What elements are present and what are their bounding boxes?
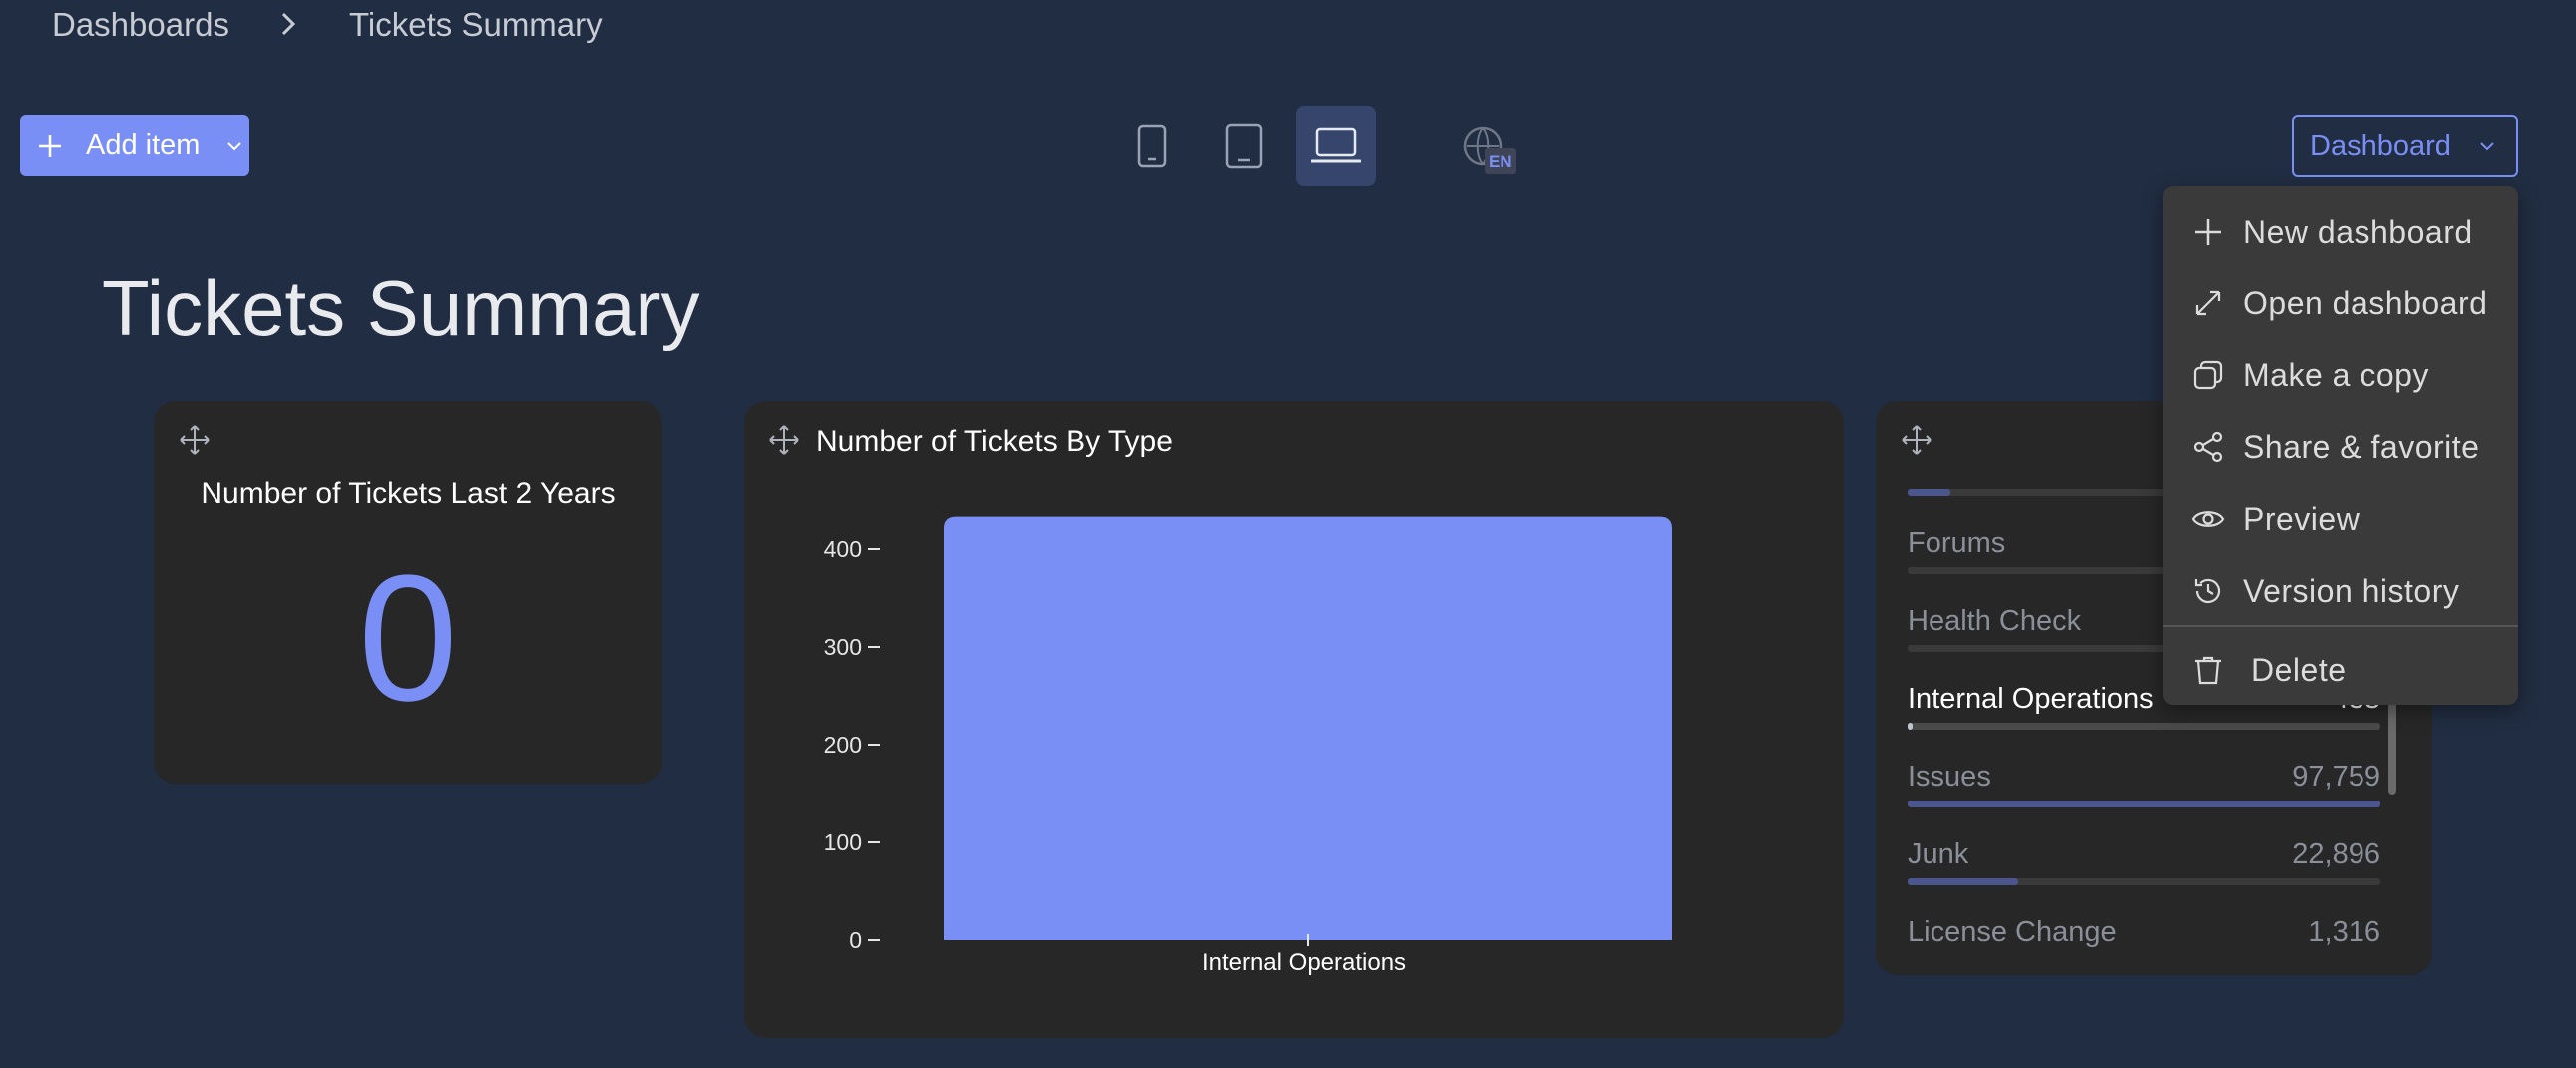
dashboard-menu-label: Dashboard [2310,129,2451,162]
list-item-bar [1908,723,2380,730]
move-icon[interactable] [178,423,212,457]
menu-item-new-dashboard[interactable]: New dashboard [2163,196,2518,267]
move-icon[interactable] [1900,423,1933,457]
trash-icon [2195,656,2221,685]
tablet-icon [1225,123,1263,169]
menu-item-version-history[interactable]: Version history [2163,555,2518,627]
y-tick-label: 200 [824,732,862,758]
list-item-value: 1,316 [2308,916,2380,948]
list-item-label: Forums [1908,527,2006,559]
kpi-value: 0 [357,538,459,739]
laptop-icon [1311,127,1361,163]
menu-item-label: New dashboard [2243,213,2473,250]
eye-icon [2191,511,2225,527]
list-item-bar [1908,801,2380,807]
chevron-down-icon [227,141,242,150]
menu-divider [2163,625,2518,627]
desktop-view-button[interactable] [1296,106,1376,186]
menu-item-open-dashboard[interactable]: Open dashboard [2163,267,2518,339]
expand-icon [2195,290,2221,316]
list-item-label: Junk [1908,838,1969,870]
bar-chart: 400 300 200 100 0 Internal Operations [824,516,1672,976]
menu-item-make-copy[interactable]: Make a copy [2163,339,2518,411]
menu-item-label: Open dashboard [2243,284,2488,321]
language-button[interactable]: EN [1463,124,1518,176]
share-icon [2193,431,2223,463]
bar[interactable] [944,516,1672,940]
add-item-label: Add item [86,129,201,161]
plus-icon [2195,219,2221,245]
plus-icon [39,134,61,157]
list-item-label: Issues [1908,761,1991,793]
tablet-view-button[interactable] [1204,106,1284,186]
chevron-down-icon [2480,142,2494,151]
phone-icon [1137,124,1167,168]
list-item-label: License Change [1908,916,2117,948]
menu-item-share-favorite[interactable]: Share & favorite [2163,411,2518,483]
y-tick-label: 300 [824,634,862,660]
menu-item-label: Make a copy [2243,356,2429,393]
copy-icon [2193,360,2223,390]
dashboard-dropdown-menu: New dashboard Open dashboard Make a copy… [2163,186,2518,705]
locale-badge: EN [1489,152,1512,171]
x-tick-label: Internal Operations [1202,949,1406,976]
menu-item-label: Preview [2243,500,2361,537]
page-title: Tickets Summary [102,265,700,352]
y-tick-label: 100 [824,829,862,855]
menu-item-label: Version history [2243,572,2460,609]
add-item-button[interactable]: Add item [20,115,249,176]
y-tick-label: 400 [824,536,862,562]
list-item-label: Health Check [1908,605,2082,637]
dashboard-menu-button[interactable]: Dashboard [2292,115,2518,177]
menu-item-preview[interactable]: Preview [2163,483,2518,555]
kpi-title: Number of Tickets Last 2 Years [201,477,616,510]
chevron-right-icon [281,12,296,36]
breadcrumb-current: Tickets Summary [349,6,603,43]
mobile-view-button[interactable] [1112,106,1192,186]
menu-item-label: Share & favorite [2243,428,2480,465]
breadcrumb-root[interactable]: Dashboards [52,6,229,44]
list-item-value: 22,896 [2292,838,2380,870]
menu-item-delete[interactable]: Delete [2163,634,2518,706]
menu-item-label: Delete [2251,651,2347,688]
list-item-bar [1908,878,2380,885]
history-icon [2194,578,2221,604]
list-item-label[interactable]: Internal Operations [1908,683,2154,716]
list-item-value: 97,759 [2292,761,2380,793]
y-tick-label: 0 [849,927,862,953]
